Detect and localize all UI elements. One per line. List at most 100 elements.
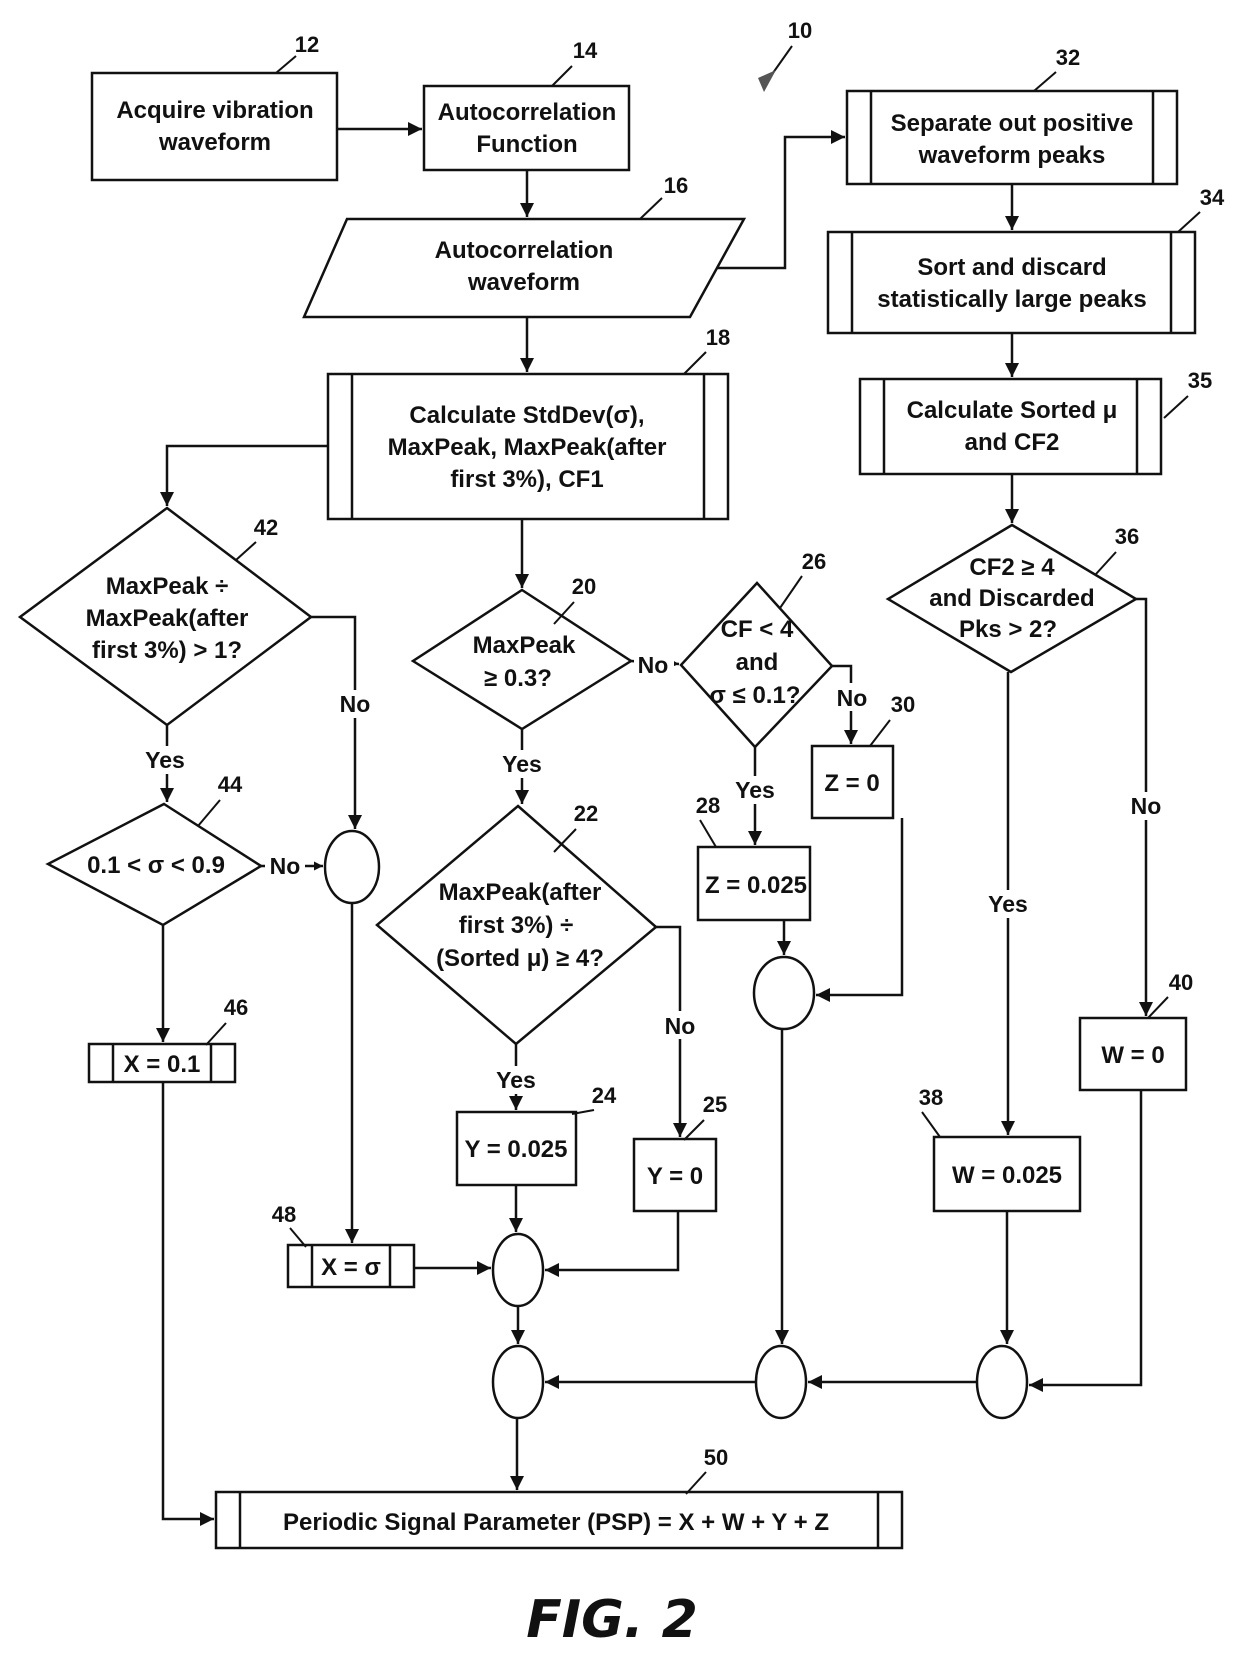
svg-text:Periodic Signal Parameter (PSP: Periodic Signal Parameter (PSP) = X + W … (283, 1509, 829, 1536)
label-42-yes: Yes (145, 747, 185, 773)
svg-text:and: and (736, 649, 779, 676)
svg-text:Calculate Sorted μ: Calculate Sorted μ (907, 397, 1118, 424)
svg-text:28: 28 (696, 793, 720, 818)
svg-text:Calculate StdDev(σ),: Calculate StdDev(σ), (409, 402, 644, 429)
svg-text:18: 18 (706, 325, 730, 350)
svg-text:32: 32 (1056, 45, 1080, 70)
label-22-no: No (665, 1013, 696, 1039)
svg-text:10: 10 (788, 18, 812, 43)
label-26-no: No (837, 685, 868, 711)
decision-maxpeak-threshold: MaxPeak ≥ 0.3? 20 (410, 574, 634, 731)
svg-text:first 3%), CF1: first 3%), CF1 (450, 466, 603, 493)
label-22-yes: Yes (496, 1067, 536, 1093)
assign-z-0025: Z = 0.025 28 (696, 793, 812, 922)
svg-text:MaxPeak(after: MaxPeak(after (439, 879, 602, 906)
svg-text:MaxPeak: MaxPeak (473, 632, 576, 659)
flowchart: 10 Acquire vibration waveform 12 Autocor… (17, 18, 1225, 1650)
connector-circle-x-no (323, 829, 381, 905)
label-20-no: No (638, 652, 669, 678)
svg-text:12: 12 (295, 32, 319, 57)
connector-circle-w-merge (975, 1344, 1029, 1420)
svg-text:35: 35 (1188, 368, 1212, 393)
svg-text:(Sorted μ) ≥ 4?: (Sorted μ) ≥ 4? (436, 945, 604, 972)
step-sort-discard-peaks: Sort and discard statistically large pea… (826, 185, 1225, 335)
label-42-no: No (340, 691, 371, 717)
svg-text:W = 0: W = 0 (1101, 1042, 1164, 1069)
svg-text:waveform: waveform (158, 129, 271, 156)
svg-text:waveform: waveform (467, 269, 580, 296)
svg-text:14: 14 (573, 38, 598, 63)
svg-text:Pks > 2?: Pks > 2? (959, 616, 1057, 643)
figure-caption: FIG. 2 (526, 1590, 698, 1650)
step-acquire-vibration-waveform: Acquire vibration waveform 12 (90, 32, 339, 182)
assign-w-0025: W = 0.025 38 (919, 1085, 1082, 1213)
connector-circle-z-pass (754, 1344, 808, 1420)
svg-text:20: 20 (572, 574, 596, 599)
svg-text:W = 0.025: W = 0.025 (952, 1162, 1062, 1189)
label-26-yes: Yes (735, 777, 775, 803)
decision-cf2-discarded-peaks: CF2 ≥ 4 and Discarded Pks > 2? 36 (885, 523, 1139, 674)
svg-text:Autocorrelation: Autocorrelation (438, 99, 617, 126)
svg-text:36: 36 (1115, 524, 1139, 549)
svg-text:first 3%) > 1?: first 3%) > 1? (92, 637, 242, 664)
svg-text:σ ≤ 0.1?: σ ≤ 0.1? (710, 682, 801, 709)
svg-text:X = σ: X = σ (321, 1254, 381, 1281)
label-20-yes: Yes (502, 751, 542, 777)
svg-text:first 3%) ÷: first 3%) ÷ (459, 912, 574, 939)
label-36-no: No (1131, 793, 1162, 819)
svg-text:0.1 < σ < 0.9: 0.1 < σ < 0.9 (87, 852, 225, 879)
svg-text:Sort and discard: Sort and discard (917, 254, 1106, 281)
svg-text:34: 34 (1200, 185, 1225, 210)
svg-text:Separate out positive: Separate out positive (891, 110, 1134, 137)
svg-text:X = 0.1: X = 0.1 (124, 1051, 201, 1078)
decision-maxpeak-ratio: MaxPeak ÷ MaxPeak(after first 3%) > 1? 4… (17, 506, 314, 727)
svg-text:Function: Function (476, 131, 577, 158)
svg-text:26: 26 (802, 549, 826, 574)
decision-cf-sigma: CF < 4 and σ ≤ 0.1? 26 (679, 549, 834, 749)
connectors (156, 122, 1153, 1526)
svg-text:Y = 0: Y = 0 (647, 1163, 703, 1190)
svg-text:Z = 0: Z = 0 (824, 770, 879, 797)
connector-circle-final-merge (491, 1344, 545, 1420)
assign-w-zero: W = 0 40 (1078, 970, 1193, 1092)
svg-text:MaxPeak, MaxPeak(after: MaxPeak, MaxPeak(after (388, 434, 667, 461)
step-separate-positive-peaks: Separate out positive waveform peaks 32 (845, 45, 1179, 186)
label-36-yes: Yes (988, 891, 1028, 917)
svg-text:25: 25 (703, 1092, 727, 1117)
svg-text:MaxPeak ÷: MaxPeak ÷ (106, 573, 229, 600)
assign-x-sigma: X = σ 48 (272, 1202, 416, 1289)
assign-x-01: X = 0.1 46 (87, 995, 248, 1084)
svg-text:46: 46 (224, 995, 248, 1020)
svg-text:statistically large peaks: statistically large peaks (877, 286, 1146, 313)
svg-text:16: 16 (664, 173, 688, 198)
step-calculate-sorted-mu: Calculate Sorted μ and CF2 35 (858, 368, 1212, 476)
svg-text:50: 50 (704, 1445, 728, 1470)
assign-y-0025: Y = 0.025 24 (455, 1083, 617, 1187)
svg-text:Autocorrelation: Autocorrelation (435, 237, 614, 264)
figure-reference: 10 (758, 18, 812, 92)
svg-text:and Discarded: and Discarded (929, 585, 1094, 612)
reference-arrow-icon (758, 70, 776, 92)
svg-text:24: 24 (592, 1083, 617, 1108)
connector-circle-y-merge (491, 1232, 545, 1308)
connector-circle-z-merge (752, 955, 816, 1031)
svg-text:Y = 0.025: Y = 0.025 (465, 1136, 568, 1163)
svg-text:42: 42 (254, 515, 278, 540)
svg-text:40: 40 (1169, 970, 1193, 995)
svg-text:44: 44 (218, 772, 243, 797)
svg-text:48: 48 (272, 1202, 296, 1227)
svg-text:22: 22 (574, 801, 598, 826)
result-periodic-signal-parameter: Periodic Signal Parameter (PSP) = X + W … (214, 1445, 904, 1550)
svg-text:≥ 0.3?: ≥ 0.3? (484, 665, 552, 692)
svg-text:Acquire vibration: Acquire vibration (116, 97, 313, 124)
decision-sigma-range: 0.1 < σ < 0.9 44 (45, 772, 264, 927)
step-autocorrelation-function: Autocorrelation Function 14 (422, 38, 631, 172)
svg-text:30: 30 (891, 692, 915, 717)
svg-text:Z = 0.025: Z = 0.025 (705, 872, 807, 899)
svg-text:waveform peaks: waveform peaks (918, 142, 1106, 169)
svg-text:CF < 4: CF < 4 (721, 616, 794, 643)
svg-text:and CF2: and CF2 (965, 429, 1060, 456)
step-calculate-stddev: Calculate StdDev(σ), MaxPeak, MaxPeak(af… (326, 325, 730, 521)
svg-text:38: 38 (919, 1085, 943, 1110)
svg-text:CF2 ≥ 4: CF2 ≥ 4 (969, 554, 1055, 581)
